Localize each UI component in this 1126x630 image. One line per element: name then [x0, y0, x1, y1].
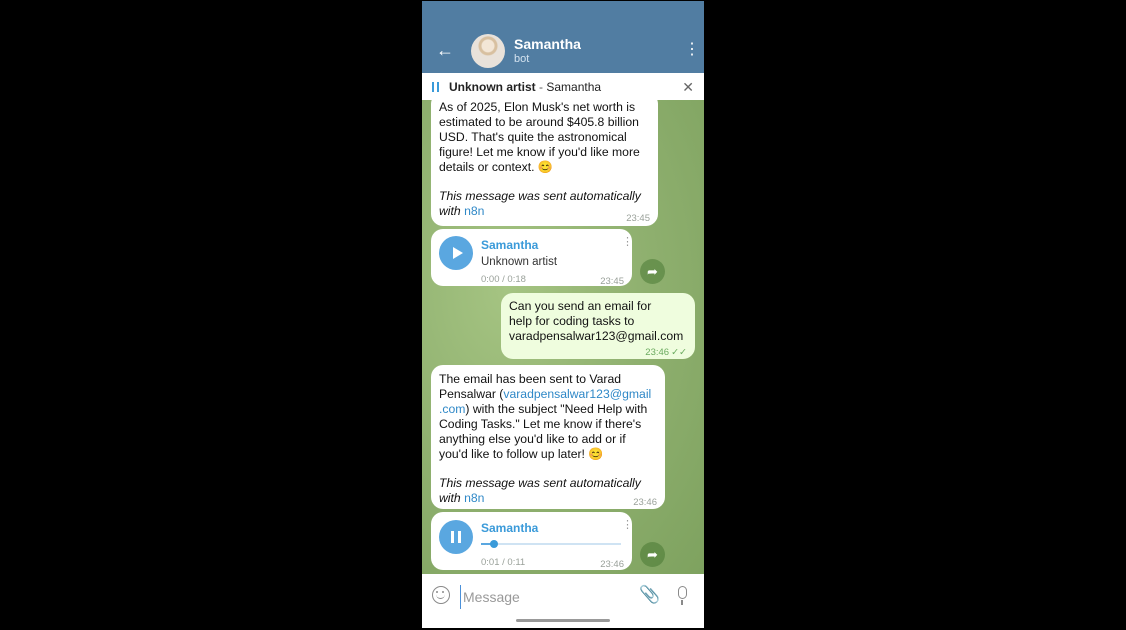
- more-vertical-icon[interactable]: ⋮: [622, 520, 633, 531]
- message-text: Coding Tasks." Let me know if there's: [439, 417, 642, 431]
- avatar[interactable]: [471, 34, 505, 68]
- message-bubble-incoming[interactable]: As of 2025, Elon Musk's net worth is est…: [431, 100, 658, 226]
- message-text: anything else you'd like to add or if: [439, 432, 626, 446]
- message-list[interactable]: As of 2025, Elon Musk's net worth is est…: [422, 100, 704, 574]
- message-text: The email has been sent to Varad: [439, 372, 622, 386]
- message-text: Can you send an email for: [509, 299, 652, 313]
- phone-screen: ← Samantha bot ⋮ Unknown artist - Samant…: [422, 1, 704, 628]
- pause-icon[interactable]: [432, 82, 439, 92]
- voice-message-bubble[interactable]: Samantha Unknown artist 0:00 / 0:18 ⋮ 23…: [431, 229, 633, 287]
- message-time: 23:46: [633, 497, 657, 508]
- email-link[interactable]: .com: [439, 402, 465, 416]
- audio-player-bar[interactable]: Unknown artist - Samantha ✕: [422, 73, 704, 100]
- chat-title[interactable]: Samantha: [514, 36, 581, 52]
- email-link[interactable]: varadpensalwar123@gmail: [503, 387, 651, 401]
- message-text: you'd like to follow up later! 😊: [439, 447, 604, 461]
- message-bubble-incoming[interactable]: The email has been sent to Varad Pensalw…: [431, 365, 665, 509]
- voice-title: Samantha: [481, 521, 539, 535]
- message-time: 23:46: [645, 347, 670, 358]
- more-vertical-icon[interactable]: ⋮: [684, 42, 700, 58]
- message-text: help for coding tasks to: [509, 314, 635, 328]
- microphone-icon[interactable]: [678, 586, 687, 605]
- message-text: As of 2025, Elon Musk's net worth is: [439, 100, 636, 114]
- double-check-icon: ✓✓: [671, 347, 687, 358]
- emoji-icon[interactable]: [432, 586, 450, 604]
- back-arrow-icon[interactable]: ←: [436, 41, 454, 59]
- message-text: ) with the subject "Need Help with: [465, 402, 648, 416]
- auto-message-note: This message was sent automatically: [439, 189, 641, 203]
- voice-duration: 0:00 / 0:18: [481, 274, 526, 285]
- attach-icon[interactable]: 📎: [639, 585, 660, 605]
- message-text: estimated to be around $405.8 billion: [439, 115, 639, 129]
- chat-subtitle: bot: [514, 53, 530, 65]
- player-track-info[interactable]: Unknown artist - Samantha: [449, 80, 601, 94]
- play-icon: [453, 247, 463, 259]
- n8n-link[interactable]: n8n: [464, 491, 484, 505]
- voice-duration: 0:01 / 0:11: [481, 557, 526, 568]
- voice-artist: Unknown artist: [481, 256, 558, 268]
- n8n-link[interactable]: n8n: [464, 204, 484, 218]
- auto-message-note: with: [439, 491, 465, 505]
- message-text: figure! Let me know if you'd like more: [439, 145, 640, 159]
- voice-title: Samantha: [481, 238, 539, 252]
- more-vertical-icon[interactable]: ⋮: [622, 237, 633, 248]
- message-text: Pensalwar (: [439, 387, 504, 401]
- message-time: 23:45: [600, 276, 624, 287]
- home-indicator: [422, 619, 704, 628]
- chat-header: ← Samantha bot ⋮: [422, 1, 704, 73]
- voice-progress-knob[interactable]: [489, 540, 498, 548]
- message-text: details or context. 😊: [439, 160, 554, 174]
- play-button[interactable]: [439, 236, 473, 270]
- forward-icon[interactable]: ➦: [640, 259, 665, 284]
- message-text: USD. That's quite the astronomical: [439, 130, 627, 144]
- close-icon[interactable]: ✕: [682, 79, 694, 96]
- message-time: 23:46: [600, 559, 624, 570]
- message-input[interactable]: [460, 585, 635, 609]
- auto-message-note: This message was sent automatically: [439, 476, 641, 490]
- message-text: varadpensalwar123@gmail.com: [509, 329, 684, 343]
- pause-icon: [458, 531, 461, 543]
- pause-icon: [451, 531, 454, 543]
- voice-message-bubble[interactable]: Samantha 0:01 / 0:11 ⋮ 23:46: [431, 512, 633, 570]
- forward-icon[interactable]: ➦: [640, 542, 665, 567]
- composer-bar: 📎: [422, 574, 704, 619]
- voice-progress-slider[interactable]: [481, 540, 621, 548]
- message-time: 23:45: [626, 213, 650, 224]
- pause-button[interactable]: [439, 520, 473, 554]
- auto-message-note: with: [439, 204, 465, 218]
- message-bubble-outgoing[interactable]: Can you send an email for help for codin…: [501, 293, 695, 359]
